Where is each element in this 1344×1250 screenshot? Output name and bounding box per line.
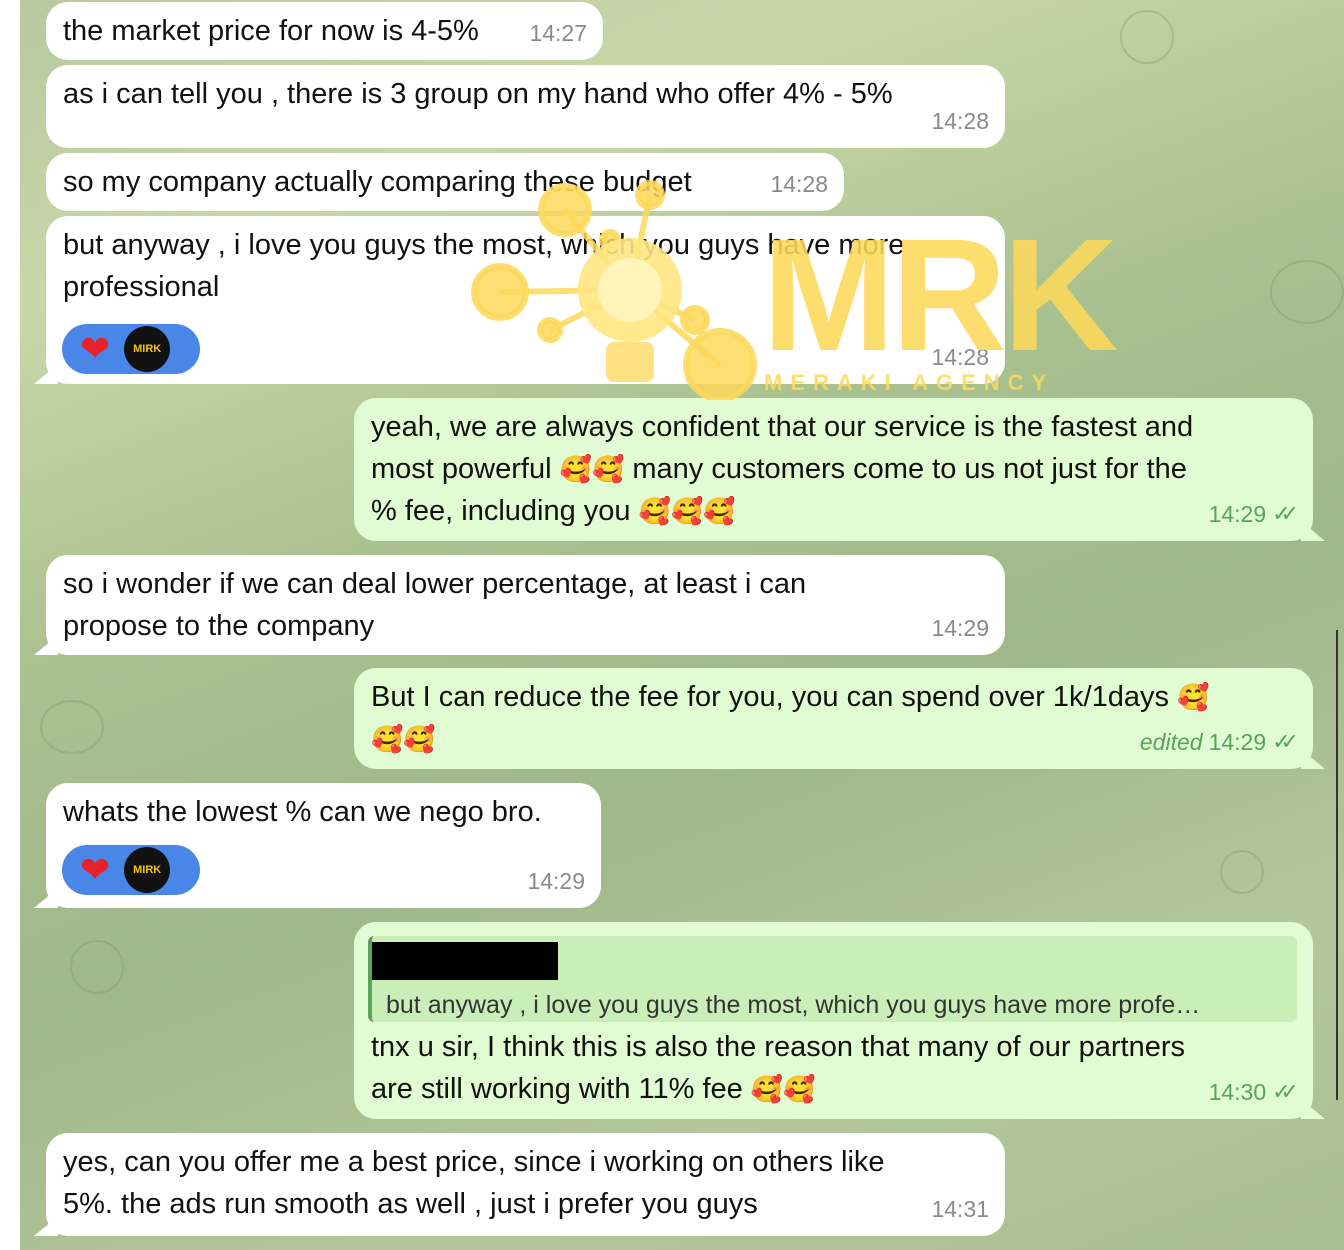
incoming-message[interactable]: but anyway , i love you guys the most, w…: [46, 216, 1005, 384]
message-text-line: propose to the company: [63, 610, 375, 642]
message-text-line: professional: [63, 271, 220, 303]
doodle-ball-icon: [1120, 10, 1174, 64]
edited-label: edited: [1139, 729, 1203, 755]
read-checkmarks-icon: ✓✓: [1272, 1079, 1299, 1104]
incoming-message[interactable]: so i wonder if we can deal lower percent…: [46, 555, 1005, 655]
time-label: 14:29: [1208, 729, 1267, 755]
smiling-hearts-emoji-icon: 🥰: [638, 496, 671, 526]
message-text-line: but anyway , i love you guys the most, w…: [63, 229, 905, 261]
incoming-message[interactable]: yes, can you offer me a best price, sinc…: [46, 1133, 1005, 1236]
message-text: are still working with 11% fee: [371, 1073, 743, 1105]
smiling-hearts-emoji-icon: 🥰: [750, 1074, 784, 1104]
reactions-bar[interactable]: ❤ MIRK: [62, 324, 200, 374]
message-text-line: 5%. the ads run smooth as well , just i …: [63, 1188, 758, 1220]
message-time: 14:29: [931, 615, 989, 641]
read-checkmarks-icon: ✓✓: [1272, 501, 1299, 526]
message-text: most powerful: [371, 453, 552, 485]
message-text-line: so i wonder if we can deal lower percent…: [63, 568, 807, 600]
message-text-line: yeah, we are always confident that our s…: [371, 411, 1194, 443]
outgoing-message[interactable]: yeah, we are always confident that our s…: [354, 398, 1313, 541]
doodle-ball-icon: [70, 940, 124, 994]
heart-reaction-icon[interactable]: ❤: [80, 331, 110, 367]
smiling-hearts-emoji-icon: 🥰: [371, 724, 404, 754]
incoming-message[interactable]: as i can tell you , there is 3 group on …: [46, 65, 1005, 148]
smiling-hearts-emoji-icon: 🥰: [1177, 682, 1210, 712]
smiling-hearts-emoji-icon: 🥰: [703, 496, 736, 526]
message-time: edited 14:29 ✓✓: [1139, 721, 1299, 763]
message-time: 14:29: [527, 868, 585, 894]
message-text: But I can reduce the fee for you, you ca…: [371, 681, 1169, 713]
reactor-avatar[interactable]: MIRK: [124, 847, 171, 893]
smiling-hearts-emoji-icon: 🥰: [671, 496, 704, 526]
message-text-line: yes, can you offer me a best price, sinc…: [63, 1146, 885, 1178]
message-time: 14:27: [529, 20, 587, 46]
read-checkmarks-icon: ✓✓: [1272, 729, 1299, 754]
message-text: % fee, including you: [371, 495, 631, 527]
message-text-line: tnx u sir, I think this is also the reas…: [371, 1031, 1186, 1063]
incoming-message[interactable]: the market price for now is 4-5% 14:27: [46, 2, 603, 60]
message-text: so my company actually comparing these b…: [63, 166, 692, 198]
outgoing-message[interactable]: but anyway , i love you guys the most, w…: [354, 922, 1313, 1119]
message-text: as i can tell you , there is 3 group on …: [63, 78, 893, 110]
redacted-name: [372, 942, 558, 980]
smiling-hearts-emoji-icon: 🥰: [591, 454, 625, 484]
message-time: 14:29 ✓✓: [1208, 493, 1299, 535]
time-label: 14:30: [1208, 1079, 1267, 1105]
smiling-hearts-emoji-icon: 🥰: [783, 1074, 816, 1104]
scrollbar[interactable]: [1336, 630, 1344, 1100]
message-time: 14:30 ✓✓: [1208, 1071, 1299, 1113]
message-time: 14:28: [931, 344, 989, 370]
message-text-line: whats the lowest % can we nego bro.: [63, 796, 542, 828]
reply-quote[interactable]: but anyway , i love you guys the most, w…: [368, 936, 1297, 1022]
message-time: 14:28: [931, 108, 989, 134]
smiling-hearts-emoji-icon: 🥰: [403, 724, 436, 754]
incoming-message[interactable]: whats the lowest % can we nego bro. ❤ MI…: [46, 783, 601, 908]
time-label: 14:29: [1208, 501, 1267, 527]
doodle-ball-icon: [1220, 850, 1264, 894]
message-time: 14:31: [931, 1196, 989, 1222]
reply-quote-text: but anyway , i love you guys the most, w…: [386, 991, 1201, 1019]
doodle-cat-icon: [40, 700, 104, 754]
heart-reaction-icon[interactable]: ❤: [80, 852, 110, 888]
incoming-message[interactable]: so my company actually comparing these b…: [46, 153, 844, 211]
reactor-avatar[interactable]: MIRK: [124, 326, 171, 372]
message-time: 14:28: [770, 171, 828, 197]
message-text: many customers come to us not just for t…: [632, 453, 1187, 485]
reactions-bar[interactable]: ❤ MIRK: [62, 845, 200, 895]
outgoing-message[interactable]: But I can reduce the fee for you, you ca…: [354, 668, 1313, 769]
message-text: the market price for now is 4-5%: [63, 15, 479, 47]
smiling-hearts-emoji-icon: 🥰: [559, 454, 592, 484]
doodle-cat-icon: [1270, 260, 1344, 324]
